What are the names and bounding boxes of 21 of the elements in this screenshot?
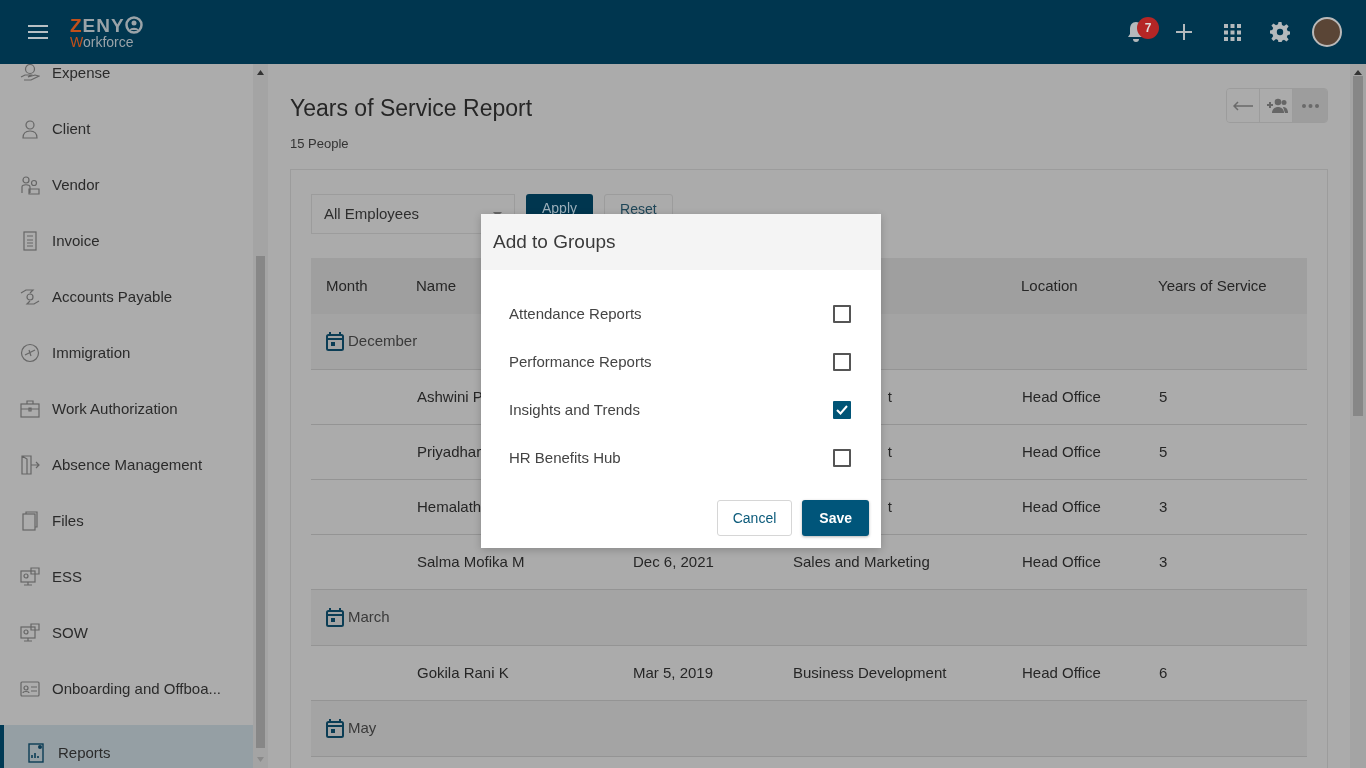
table-cell: 5 xyxy=(1143,425,1307,480)
month-label: December xyxy=(348,331,418,352)
column-header: Years of Service xyxy=(1158,275,1267,296)
month-label: May xyxy=(348,718,377,739)
table-cell: Head Office xyxy=(1006,370,1143,425)
logo-text: ZENY xyxy=(70,15,125,35)
table-cell: Head Office xyxy=(1006,425,1143,480)
select-value: All Employees xyxy=(324,203,420,224)
month-label: March xyxy=(348,607,390,628)
table-cell: 5 xyxy=(1143,370,1307,425)
column-header: Name xyxy=(416,275,456,296)
people-count: 15 People xyxy=(290,134,350,153)
column-header: Location xyxy=(1021,275,1078,296)
column-header: Month xyxy=(326,275,368,296)
notification-badge: 7 xyxy=(1137,17,1159,39)
table-cell: Head Office xyxy=(1006,480,1143,535)
table-cell: 3 xyxy=(1143,480,1307,535)
option-label: Attendance Reports xyxy=(509,303,642,324)
option-label: Performance Reports xyxy=(509,351,652,372)
page-title: Years of Service Report xyxy=(290,94,533,123)
logo-subtitle: Workforce xyxy=(70,34,135,49)
